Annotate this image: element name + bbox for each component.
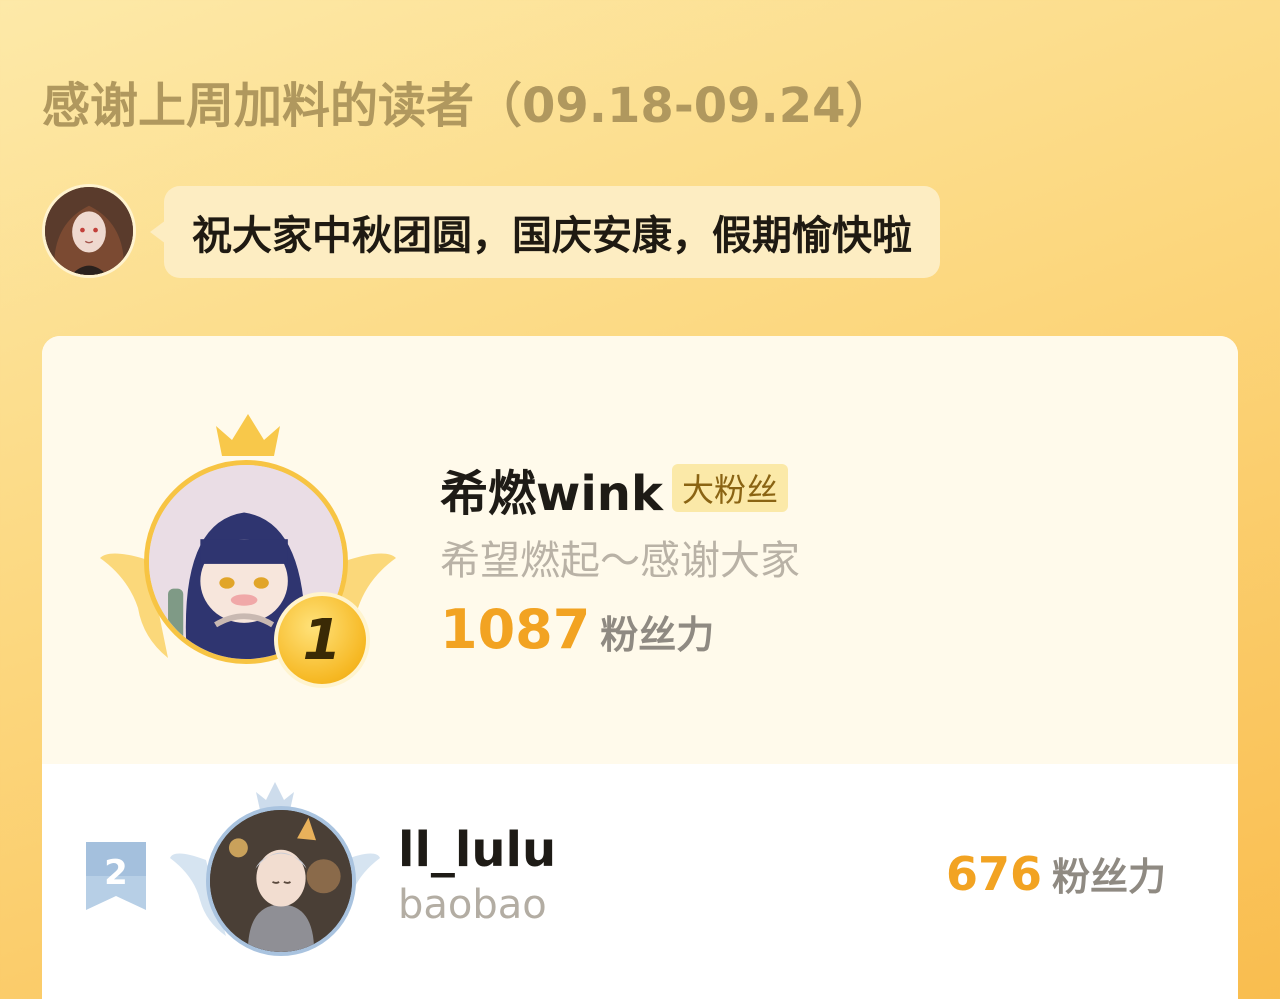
rank-2-name[interactable]: ll_lulu — [398, 822, 556, 878]
crown-icon — [216, 414, 280, 456]
rank-2-badge — [170, 776, 380, 966]
score-value: 676 — [946, 847, 1043, 901]
rank-1-score: 1087 粉丝力 — [440, 598, 714, 661]
rank-1-medal: 1 — [274, 592, 370, 688]
fan-level-badge: 大粉丝 — [672, 464, 789, 512]
rank-1-name[interactable]: 希燃wink — [440, 454, 663, 524]
rank-2-score: 676 粉丝力 — [946, 846, 1166, 901]
rank-2-entry[interactable]: 2 ll_lulu baobao 676 粉丝力 — [42, 764, 1238, 994]
host-avatar-image — [45, 187, 133, 275]
page-title: 感谢上周加料的读者（09.18-09.24） — [42, 78, 894, 134]
rank-2-avatar-image — [210, 810, 352, 952]
rank-2-signature: baobao — [398, 882, 547, 928]
rank-1-entry[interactable]: 1 希燃wink 大粉丝 希望燃起～感谢大家 1087 粉丝力 — [42, 336, 1238, 764]
rank-2-avatar[interactable] — [206, 806, 356, 956]
score-value: 1087 — [440, 598, 591, 661]
host-avatar[interactable] — [42, 184, 136, 278]
leaderboard-card: 1 希燃wink 大粉丝 希望燃起～感谢大家 1087 粉丝力 2 ll_lul… — [42, 336, 1238, 999]
rank-1-badge: 1 — [98, 408, 398, 688]
rank-2-number: 2 — [104, 853, 128, 893]
greeting-bubble: 祝大家中秋团圆，国庆安康，假期愉快啦 — [150, 186, 940, 278]
rank-1-signature: 希望燃起～感谢大家 — [440, 538, 800, 584]
score-unit: 粉丝力 — [600, 613, 715, 657]
score-unit: 粉丝力 — [1052, 855, 1167, 899]
